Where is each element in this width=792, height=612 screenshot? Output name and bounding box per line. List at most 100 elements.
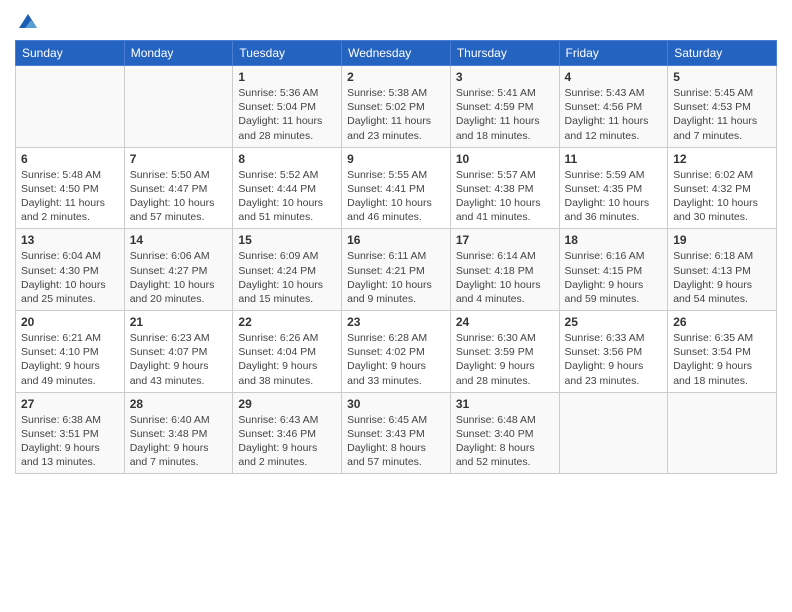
calendar-cell: 8 Sunrise: 5:52 AMSunset: 4:44 PMDaylight… — [233, 147, 342, 229]
weekday-header-monday: Monday — [124, 41, 233, 66]
day-number: 21 — [130, 315, 228, 329]
day-number: 1 — [238, 70, 336, 84]
calendar-cell: 5 Sunrise: 5:45 AMSunset: 4:53 PMDaylight… — [668, 66, 777, 148]
day-detail: Sunrise: 6:40 AMSunset: 3:48 PMDaylight:… — [130, 413, 228, 470]
calendar-cell: 6 Sunrise: 5:48 AMSunset: 4:50 PMDaylight… — [16, 147, 125, 229]
calendar-cell: 16 Sunrise: 6:11 AMSunset: 4:21 PMDayligh… — [342, 229, 451, 311]
calendar-cell: 13 Sunrise: 6:04 AMSunset: 4:30 PMDayligh… — [16, 229, 125, 311]
calendar-cell: 23Sunrise: 6:28 AMSunset: 4:02 PMDayligh… — [342, 311, 451, 393]
day-detail: Sunrise: 6:04 AMSunset: 4:30 PMDaylight:… — [21, 249, 119, 306]
calendar-table: SundayMondayTuesdayWednesdayThursdayFrid… — [15, 40, 777, 474]
day-number: 6 — [21, 152, 119, 166]
day-detail: Sunrise: 6:35 AMSunset: 3:54 PMDaylight:… — [673, 331, 771, 388]
day-number: 5 — [673, 70, 771, 84]
day-detail: Sunrise: 5:52 AMSunset: 4:44 PMDaylight:… — [238, 168, 336, 225]
calendar-cell: 19 Sunrise: 6:18 AMSunset: 4:13 PMDayligh… — [668, 229, 777, 311]
calendar-cell: 30 Sunrise: 6:45 AMSunset: 3:43 PMDayligh… — [342, 392, 451, 474]
logo — [15, 10, 39, 32]
calendar-cell: 10 Sunrise: 5:57 AMSunset: 4:38 PMDayligh… — [450, 147, 559, 229]
calendar-body: 1 Sunrise: 5:36 AMSunset: 5:04 PMDaylight… — [16, 66, 777, 474]
day-number: 4 — [565, 70, 663, 84]
calendar-cell: 29Sunrise: 6:43 AMSunset: 3:46 PMDayligh… — [233, 392, 342, 474]
calendar-cell: 27 Sunrise: 6:38 AMSunset: 3:51 PMDayligh… — [16, 392, 125, 474]
day-detail: Sunrise: 6:09 AMSunset: 4:24 PMDaylight:… — [238, 249, 336, 306]
day-detail: Sunrise: 5:45 AMSunset: 4:53 PMDaylight:… — [673, 86, 771, 143]
day-number: 29 — [238, 397, 336, 411]
day-number: 16 — [347, 233, 445, 247]
day-number: 28 — [130, 397, 228, 411]
calendar-cell: 12 Sunrise: 6:02 AMSunset: 4:32 PMDayligh… — [668, 147, 777, 229]
day-number: 20 — [21, 315, 119, 329]
day-detail: Sunrise: 5:36 AMSunset: 5:04 PMDaylight:… — [238, 86, 336, 143]
day-detail: Sunrise: 5:59 AMSunset: 4:35 PMDaylight:… — [565, 168, 663, 225]
calendar-cell: 3 Sunrise: 5:41 AMSunset: 4:59 PMDaylight… — [450, 66, 559, 148]
day-number: 13 — [21, 233, 119, 247]
day-number: 12 — [673, 152, 771, 166]
calendar-cell: 11 Sunrise: 5:59 AMSunset: 4:35 PMDayligh… — [559, 147, 668, 229]
day-detail: Sunrise: 5:48 AMSunset: 4:50 PMDaylight:… — [21, 168, 119, 225]
day-number: 30 — [347, 397, 445, 411]
day-detail: Sunrise: 6:45 AMSunset: 3:43 PMDaylight:… — [347, 413, 445, 470]
calendar-cell — [559, 392, 668, 474]
day-number: 22 — [238, 315, 336, 329]
weekday-header-tuesday: Tuesday — [233, 41, 342, 66]
calendar-week-2: 6 Sunrise: 5:48 AMSunset: 4:50 PMDaylight… — [16, 147, 777, 229]
weekday-row: SundayMondayTuesdayWednesdayThursdayFrid… — [16, 41, 777, 66]
logo-icon — [17, 10, 39, 32]
day-detail: Sunrise: 5:41 AMSunset: 4:59 PMDaylight:… — [456, 86, 554, 143]
day-number: 25 — [565, 315, 663, 329]
day-detail: Sunrise: 6:38 AMSunset: 3:51 PMDaylight:… — [21, 413, 119, 470]
day-number: 26 — [673, 315, 771, 329]
day-number: 17 — [456, 233, 554, 247]
calendar-cell: 1 Sunrise: 5:36 AMSunset: 5:04 PMDaylight… — [233, 66, 342, 148]
day-detail: Sunrise: 6:06 AMSunset: 4:27 PMDaylight:… — [130, 249, 228, 306]
day-detail: Sunrise: 6:33 AMSunset: 3:56 PMDaylight:… — [565, 331, 663, 388]
day-number: 15 — [238, 233, 336, 247]
day-number: 8 — [238, 152, 336, 166]
calendar-cell: 24Sunrise: 6:30 AMSunset: 3:59 PMDayligh… — [450, 311, 559, 393]
calendar-cell: 31Sunrise: 6:48 AMSunset: 3:40 PMDayligh… — [450, 392, 559, 474]
day-detail: Sunrise: 6:16 AMSunset: 4:15 PMDaylight:… — [565, 249, 663, 306]
day-number: 11 — [565, 152, 663, 166]
day-number: 10 — [456, 152, 554, 166]
day-detail: Sunrise: 5:43 AMSunset: 4:56 PMDaylight:… — [565, 86, 663, 143]
day-number: 31 — [456, 397, 554, 411]
calendar-cell: 22 Sunrise: 6:26 AMSunset: 4:04 PMDayligh… — [233, 311, 342, 393]
calendar-week-4: 20 Sunrise: 6:21 AMSunset: 4:10 PMDayligh… — [16, 311, 777, 393]
weekday-header-saturday: Saturday — [668, 41, 777, 66]
calendar-week-3: 13 Sunrise: 6:04 AMSunset: 4:30 PMDayligh… — [16, 229, 777, 311]
calendar-cell: 15 Sunrise: 6:09 AMSunset: 4:24 PMDayligh… — [233, 229, 342, 311]
day-number: 14 — [130, 233, 228, 247]
day-number: 7 — [130, 152, 228, 166]
day-detail: Sunrise: 6:02 AMSunset: 4:32 PMDaylight:… — [673, 168, 771, 225]
calendar-cell: 21Sunrise: 6:23 AMSunset: 4:07 PMDayligh… — [124, 311, 233, 393]
day-detail: Sunrise: 5:57 AMSunset: 4:38 PMDaylight:… — [456, 168, 554, 225]
day-number: 19 — [673, 233, 771, 247]
page-header — [15, 10, 777, 32]
calendar-week-1: 1 Sunrise: 5:36 AMSunset: 5:04 PMDaylight… — [16, 66, 777, 148]
calendar-cell: 25 Sunrise: 6:33 AMSunset: 3:56 PMDayligh… — [559, 311, 668, 393]
day-number: 18 — [565, 233, 663, 247]
calendar-cell: 17Sunrise: 6:14 AMSunset: 4:18 PMDayligh… — [450, 229, 559, 311]
calendar-cell: 20 Sunrise: 6:21 AMSunset: 4:10 PMDayligh… — [16, 311, 125, 393]
day-detail: Sunrise: 6:21 AMSunset: 4:10 PMDaylight:… — [21, 331, 119, 388]
calendar-cell — [16, 66, 125, 148]
weekday-header-sunday: Sunday — [16, 41, 125, 66]
calendar-cell: 18 Sunrise: 6:16 AMSunset: 4:15 PMDayligh… — [559, 229, 668, 311]
day-detail: Sunrise: 6:26 AMSunset: 4:04 PMDaylight:… — [238, 331, 336, 388]
day-detail: Sunrise: 6:28 AMSunset: 4:02 PMDaylight:… — [347, 331, 445, 388]
day-detail: Sunrise: 6:11 AMSunset: 4:21 PMDaylight:… — [347, 249, 445, 306]
calendar-cell: 9Sunrise: 5:55 AMSunset: 4:41 PMDaylight… — [342, 147, 451, 229]
calendar-cell: 26 Sunrise: 6:35 AMSunset: 3:54 PMDayligh… — [668, 311, 777, 393]
day-number: 2 — [347, 70, 445, 84]
day-detail: Sunrise: 6:18 AMSunset: 4:13 PMDaylight:… — [673, 249, 771, 306]
calendar-cell: 28 Sunrise: 6:40 AMSunset: 3:48 PMDayligh… — [124, 392, 233, 474]
calendar-cell: 4 Sunrise: 5:43 AMSunset: 4:56 PMDaylight… — [559, 66, 668, 148]
calendar-header: SundayMondayTuesdayWednesdayThursdayFrid… — [16, 41, 777, 66]
day-number: 27 — [21, 397, 119, 411]
calendar-cell: 7Sunrise: 5:50 AMSunset: 4:47 PMDaylight… — [124, 147, 233, 229]
page-container: SundayMondayTuesdayWednesdayThursdayFrid… — [0, 0, 792, 484]
calendar-cell: 14 Sunrise: 6:06 AMSunset: 4:27 PMDayligh… — [124, 229, 233, 311]
day-number: 3 — [456, 70, 554, 84]
calendar-cell — [124, 66, 233, 148]
